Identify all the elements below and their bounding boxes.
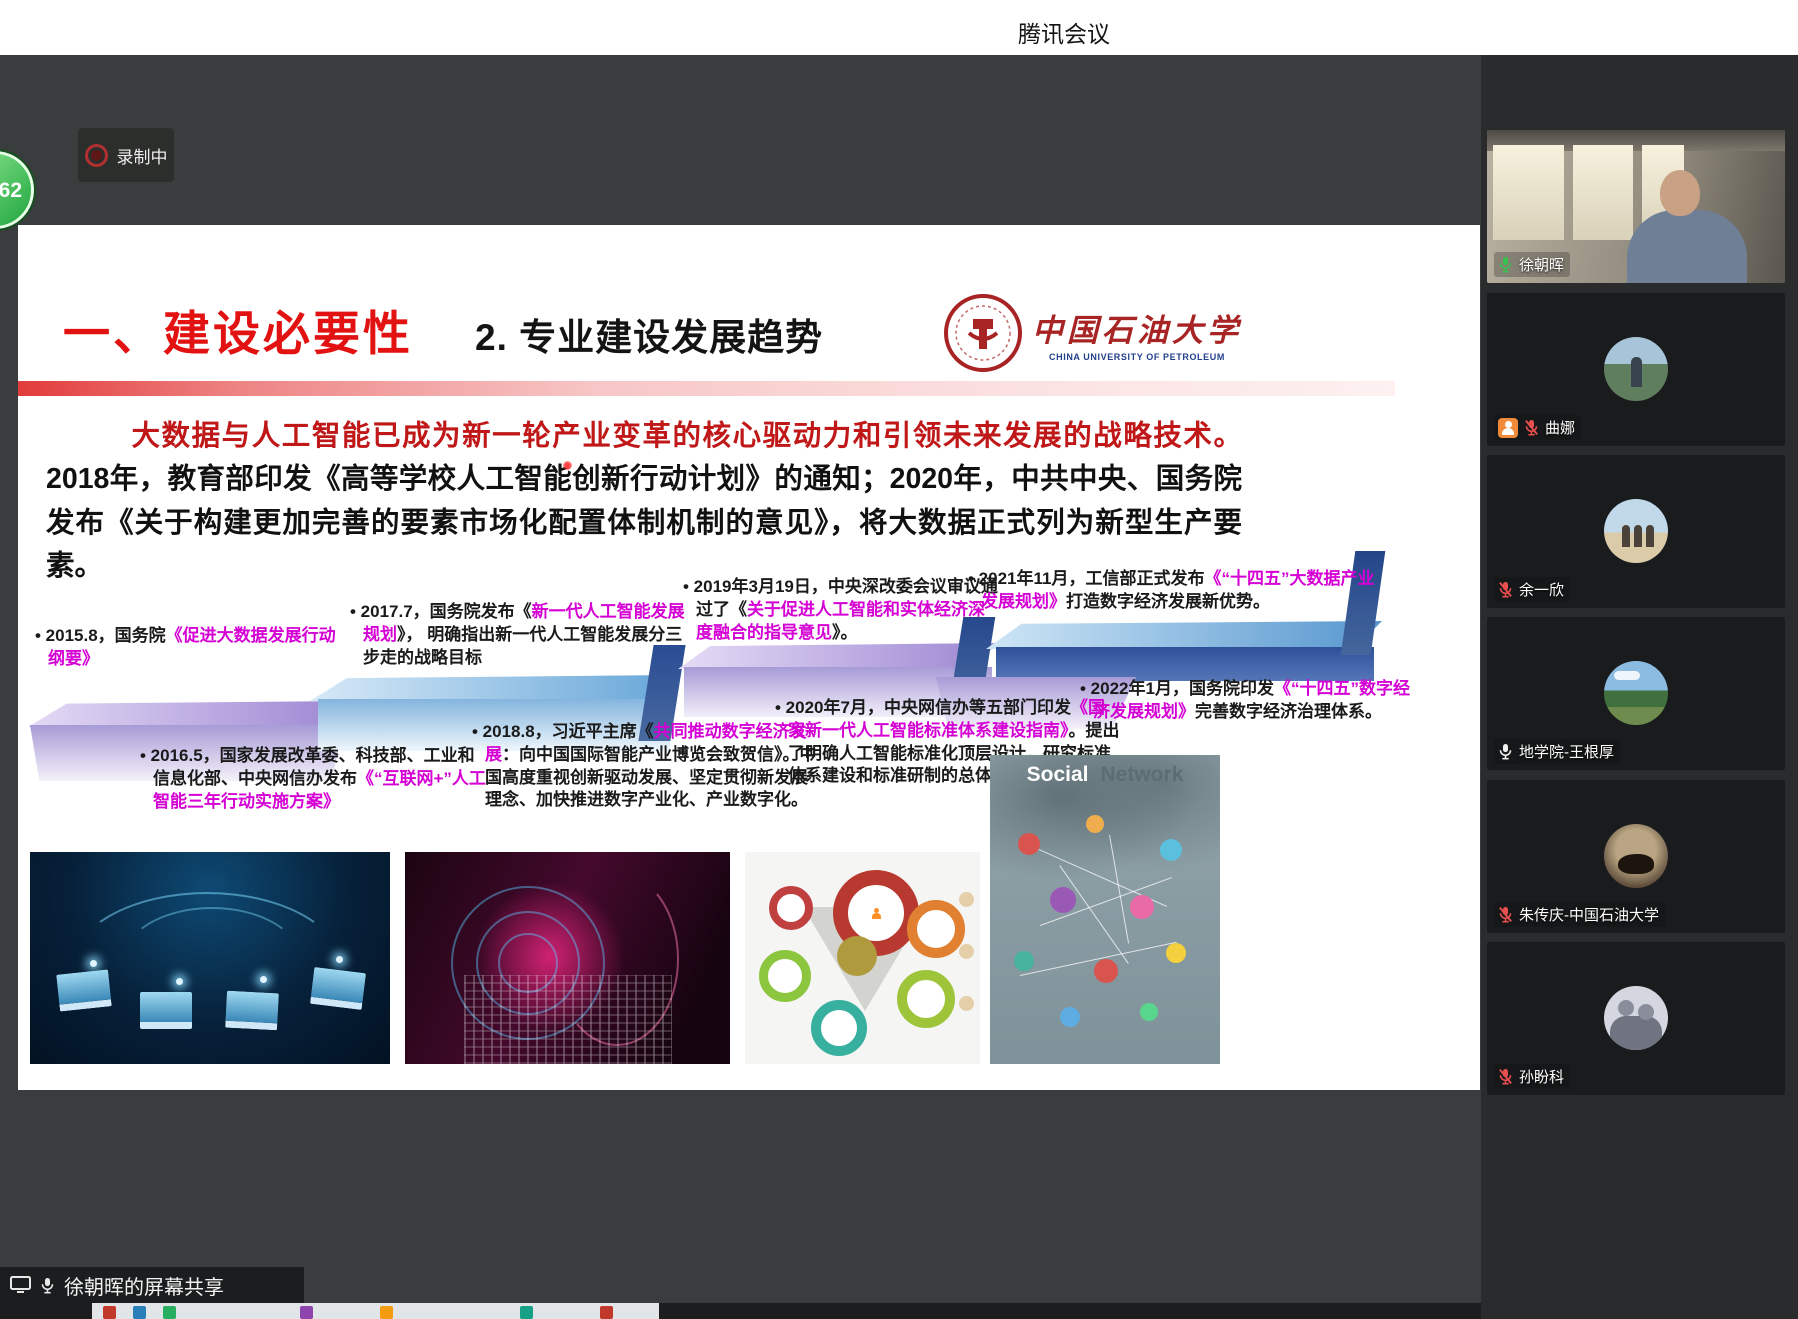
social-network-image: SocialNetwork (990, 755, 1220, 1064)
slide-title-row: 一、建设必要性 2. 专业建设发展趋势 (63, 295, 823, 364)
pointer-dot (563, 461, 572, 470)
timeline-item-2016: • 2016.5，国家发展改革委、科技部、工业和信息化部、中央网信办发布《“互联… (140, 745, 491, 813)
avatar (1604, 499, 1668, 563)
infographic-image (745, 852, 980, 1064)
social-network-caption: SocialNetwork (990, 763, 1220, 787)
participant-name-row: 地学院-王根厚 (1494, 739, 1620, 764)
university-logo-text: 中国石油大学 CHINA UNIVERSITY OF PETROLEUM (1032, 305, 1242, 362)
screen-share-area: 录制中 62 一、建设必要性 2. 专业建设发展趋势 中国石油大学 CHINA … (0, 55, 1481, 1319)
floating-corner-badge[interactable]: 62 (0, 151, 34, 229)
timeline-item-2018: • 2018.8，习近平主席《共同推动数字经济发展：向中国国际智能产业博览会致贺… (472, 721, 817, 812)
intro-red-text: 大数据与人工智能已成为新一轮产业变革的核心驱动力和引领未来发展的战略技术。 (132, 420, 1243, 452)
participant-tile-yuyixin[interactable]: 余一欣 (1487, 455, 1785, 608)
university-name-en: CHINA UNIVERSITY OF PETROLEUM (1049, 352, 1225, 362)
avatar (1604, 661, 1668, 725)
mic-muted-icon (1498, 905, 1513, 924)
stair-step-shape (28, 701, 350, 727)
stair-step-shape (986, 621, 1382, 649)
recording-label: 录制中 (117, 143, 168, 168)
taskbar-icon[interactable] (103, 1306, 116, 1319)
participant-name-row: 余一欣 (1494, 577, 1570, 602)
avatar (1604, 337, 1668, 401)
infographic-node (759, 950, 811, 1002)
monitor-icon (10, 1276, 31, 1294)
intro-paragraph: 大数据与人工智能已成为新一轮产业变革的核心驱动力和引领未来发展的战略技术。 201… (46, 415, 1242, 588)
timeline-item-2019: • 2019年3月19日，中央深改委会议审议通过了《关于促进人工智能和实体经济深… (683, 576, 1001, 644)
participants-sidebar: 徐朝晖 曲娜 余一欣 (1481, 55, 1798, 1319)
taskbar-icon[interactable] (163, 1306, 176, 1319)
participant-name-row: 曲娜 (1494, 415, 1581, 440)
participant-name: 余一欣 (1519, 579, 1564, 600)
participant-name: 地学院-王根厚 (1519, 741, 1614, 762)
university-name-cn: 中国石油大学 (1032, 305, 1242, 350)
presentation-slide: 一、建设必要性 2. 专业建设发展趋势 中国石油大学 CHINA UNIVERS… (18, 225, 1480, 1090)
taskbar-icon[interactable] (380, 1306, 393, 1319)
infographic-center (837, 936, 877, 976)
timeline-item-2021: • 2021年11月，工信部正式发布《“十四五”大数据产业发展规划》打造数字经济… (968, 568, 1389, 614)
participant-name: 徐朝晖 (1519, 254, 1564, 275)
mic-on-icon (1498, 742, 1513, 761)
mic-muted-icon (1498, 1067, 1513, 1086)
mic-muted-icon (1498, 580, 1513, 599)
slide-title-sub: 2. 专业建设发展趋势 (475, 307, 823, 361)
participant-name: 曲娜 (1545, 417, 1575, 438)
slide-title-main: 一、建设必要性 (63, 295, 413, 364)
participant-name-row: 朱传庆-中国石油大学 (1494, 902, 1665, 927)
window-titlebar: 腾讯会议 (0, 0, 1798, 55)
presenter-badge-icon (1498, 418, 1518, 438)
participant-name-row: 徐朝晖 (1494, 252, 1570, 277)
intro-black-text: 2018年，教育部印发《高等学校人工智能创新行动计划》的通知；2020年，中共中… (46, 463, 1242, 582)
ai-head-photo (405, 852, 730, 1064)
infographic-node (769, 886, 813, 930)
recording-indicator[interactable]: 录制中 (78, 128, 174, 182)
infographic-node (907, 900, 965, 958)
infographic-node (811, 1000, 867, 1056)
participant-tile-xuzhaohui[interactable]: 徐朝晖 (1487, 130, 1785, 283)
taskbar-strip[interactable] (0, 1303, 1481, 1319)
title-divider (18, 381, 1395, 396)
timeline-item-2017: • 2017.7，国务院发布《新一代人工智能发展规划》， 明确指出新一代人工智能… (350, 601, 689, 669)
stair-step-shape (678, 643, 998, 669)
mic-muted-icon (1524, 418, 1539, 437)
avatar (1604, 824, 1668, 888)
participant-name-row: 孙盼科 (1494, 1064, 1570, 1089)
taskbar-icon[interactable] (300, 1306, 313, 1319)
stair-step-shape (996, 647, 1374, 681)
university-seal-icon (943, 293, 1023, 373)
participant-name: 孙盼科 (1519, 1066, 1564, 1087)
participant-tile-zhuchuanqing[interactable]: 朱传庆-中国石油大学 (1487, 780, 1785, 933)
taskbar-light-segment (92, 1303, 659, 1319)
participant-tile-sunpanke[interactable]: 孙盼科 (1487, 942, 1785, 1095)
network-photo (30, 852, 390, 1064)
taskbar-icon[interactable] (520, 1306, 533, 1319)
taskbar-icon[interactable] (133, 1306, 146, 1319)
avatar (1604, 986, 1668, 1050)
university-logo: 中国石油大学 CHINA UNIVERSITY OF PETROLEUM (943, 293, 1242, 373)
mic-on-icon (1498, 255, 1513, 274)
timeline-item-2022: • 2022年1月，国务院印发《“十四五”数字经济发展规划》完善数字经济治理体系… (1080, 678, 1413, 724)
infographic-node (897, 970, 955, 1028)
timeline-item-2015: • 2015.8，国务院《促进大数据发展行动纲要》 (35, 625, 340, 671)
participant-name: 朱传庆-中国石油大学 (1519, 904, 1659, 925)
share-banner-label: 徐朝晖的屏幕共享 (64, 1271, 224, 1300)
screen-share-banner[interactable]: 徐朝晖的屏幕共享 (0, 1267, 304, 1303)
stair-step-shape (310, 675, 678, 701)
participant-tile-quna[interactable]: 曲娜 (1487, 293, 1785, 446)
mic-icon (40, 1276, 55, 1295)
record-icon (85, 144, 108, 167)
taskbar-icon[interactable] (600, 1306, 613, 1319)
app-title: 腾讯会议 (1018, 15, 1110, 49)
participant-tile-wanggenhou[interactable]: 地学院-王根厚 (1487, 617, 1785, 770)
